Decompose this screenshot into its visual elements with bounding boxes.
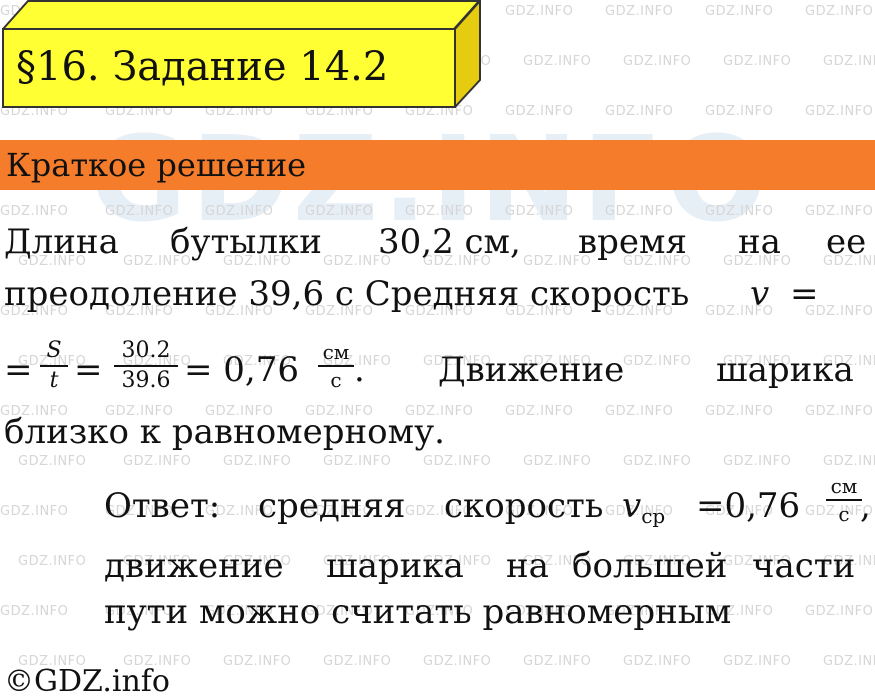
unit-numerator: см (830, 474, 858, 498)
watermark-text: GDZ.INFO (18, 554, 87, 569)
watermark-text: GDZ.INFO (505, 204, 574, 219)
solution-word: Движение (438, 350, 625, 390)
watermark-text: GDZ.INFO (0, 604, 69, 619)
velocity-var: v (622, 486, 642, 526)
watermark-text: GDZ.INFO (823, 454, 875, 469)
unit-fraction: см с (826, 476, 862, 524)
velocity-subscript: ср (641, 504, 666, 528)
watermark-text: GDZ.INFO (523, 54, 592, 69)
velocity-symbol: vср (622, 486, 665, 528)
unit-numerator: см (322, 340, 350, 364)
watermark-text: GDZ.INFO (223, 454, 292, 469)
watermark-text: GDZ.INFO (723, 654, 792, 669)
watermark-text: GDZ.INFO (305, 204, 374, 219)
unit-denominator: с (838, 502, 850, 526)
fraction-values: 30.2 39.6 (114, 340, 178, 392)
answer-value: =0,76 (696, 486, 801, 526)
watermark-text: GDZ.INFO (805, 4, 874, 19)
watermark-text: GDZ.INFO (605, 104, 674, 119)
watermark-text: GDZ.INFO (405, 204, 474, 219)
watermark-text: GDZ.INFO (423, 454, 492, 469)
solution-word: на (738, 222, 781, 262)
watermark-text: GDZ.INFO (105, 204, 174, 219)
fraction-s-over-t: S t (40, 340, 68, 392)
watermark-text: GDZ.INFO (205, 204, 274, 219)
fraction-denominator: 39.6 (121, 368, 171, 393)
unit-denominator: с (330, 368, 342, 392)
answer-word: шарика (326, 546, 464, 586)
watermark-text: GDZ.INFO (705, 4, 774, 19)
answer-word: средняя (258, 486, 406, 526)
watermark-text: GDZ.INFO (805, 604, 874, 619)
solution-word: время (578, 222, 687, 262)
watermark-text: GDZ.INFO (705, 204, 774, 219)
watermark-text: GDZ.INFO (805, 104, 874, 119)
copyright-footer: ©GDZ.info (4, 664, 170, 699)
page-title: §16. Задание 14.2 (16, 44, 389, 90)
watermark-text: GDZ.INFO (523, 654, 592, 669)
watermark-text: GDZ.INFO (18, 454, 87, 469)
comma: , (860, 486, 871, 526)
equals-sign: = (790, 274, 819, 314)
answer-line-3: пути можно считать равномерным (104, 592, 732, 632)
fraction-numerator: 30.2 (121, 338, 171, 363)
watermark-text: GDZ.INFO (623, 54, 692, 69)
watermark-text: GDZ.INFO (505, 404, 574, 419)
fraction-denominator: t (49, 368, 59, 393)
watermark-text: GDZ.INFO (623, 454, 692, 469)
watermark-text: GDZ.INFO (805, 404, 874, 419)
section-label: Краткое решение (6, 146, 307, 184)
solution-word: ее (826, 222, 867, 262)
watermark-text: GDZ.INFO (705, 104, 774, 119)
watermark-text: GDZ.INFO (605, 204, 674, 219)
watermark-text: GDZ.INFO (0, 504, 69, 519)
fraction-numerator: S (46, 338, 62, 363)
watermark-text: GDZ.INFO (605, 4, 674, 19)
watermark-text: GDZ.INFO (123, 454, 192, 469)
unit-fraction: см с (318, 342, 354, 390)
answer-word: скорость (444, 486, 604, 526)
solution-word: бутылки (170, 222, 322, 262)
velocity-symbol: v (750, 274, 770, 314)
answer-word: части (752, 546, 856, 586)
watermark-text: GDZ.INFO (705, 404, 774, 419)
watermark-text: GDZ.INFO (823, 54, 875, 69)
title-box-top (2, 0, 480, 30)
answer-word: на (506, 546, 549, 586)
watermark-text: GDZ.INFO (723, 54, 792, 69)
period: . (354, 350, 365, 390)
watermark-text: GDZ.INFO (623, 354, 692, 369)
answer-word: Ответ: (104, 486, 221, 526)
title-box-side (454, 0, 481, 108)
watermark-text: GDZ.INFO (0, 204, 69, 219)
watermark-text: GDZ.INFO (223, 654, 292, 669)
equals-sign: = (4, 350, 33, 390)
solution-word: 30,2 см, (378, 222, 521, 262)
watermark-text: GDZ.INFO (805, 204, 874, 219)
watermark-text: GDZ.INFO (723, 454, 792, 469)
watermark-text: GDZ.INFO (523, 454, 592, 469)
watermark-text: GDZ.INFO (823, 654, 875, 669)
solution-word: шарика (716, 350, 854, 390)
equals-sign: = (74, 350, 103, 390)
watermark-text: GDZ.INFO (623, 654, 692, 669)
answer-word: большей (572, 546, 728, 586)
watermark-text: GDZ.INFO (505, 104, 574, 119)
watermark-text: GDZ.INFO (423, 654, 492, 669)
watermark-text: GDZ.INFO (323, 454, 392, 469)
watermark-text: GDZ.INFO (605, 404, 674, 419)
watermark-text: GDZ.INFO (505, 4, 574, 19)
watermark-text: GDZ.INFO (323, 654, 392, 669)
answer-word: движение (104, 546, 284, 586)
solution-word: Длина (4, 222, 119, 262)
solution-line-4: близко к равномерному. (4, 412, 445, 452)
solution-line-2: преодоление 39,6 с Средняя скорость (4, 274, 690, 314)
result-value: = 0,76 (184, 350, 299, 390)
